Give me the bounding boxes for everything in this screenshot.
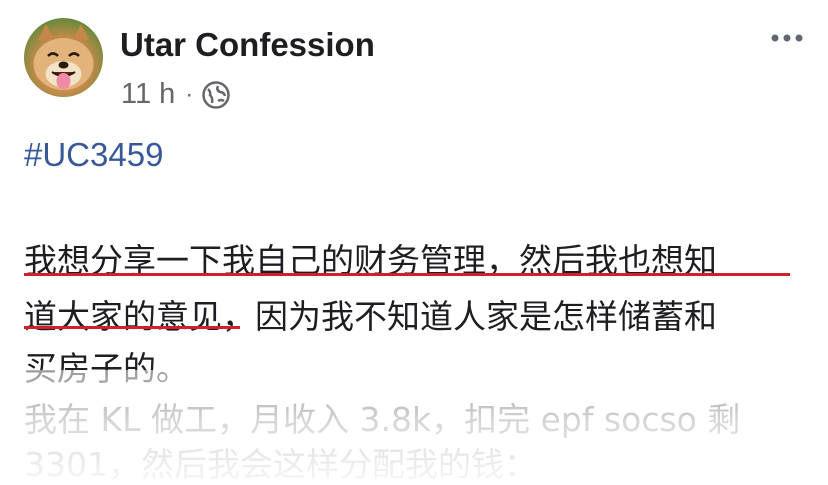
page-avatar[interactable] [24,18,103,97]
post-meta: 11 h · [121,78,231,111]
dog-face-icon [33,24,94,90]
post-time[interactable]: 11 h [121,78,175,111]
post-text-line: 道大家的意见，因为我不知道人家是怎样储蓄和 [24,297,717,336]
red-underline [24,326,240,329]
post-text-line: 我在 KL 做工，月收入 3.8k，扣完 epf socso 剩 [24,400,741,439]
red-underline [24,273,790,276]
meta-separator: · [185,80,194,108]
page-name[interactable]: Utar Confession [120,26,375,64]
globe-icon [202,80,231,109]
post-text-line: 买房子的。 [24,349,189,388]
more-options-button[interactable] [770,26,804,50]
post-text-line: 3301，然后我会这样分配我的钱： [24,445,537,484]
post-hashtag[interactable]: #UC3459 [24,136,163,174]
more-dots-icon [771,34,803,42]
facebook-post: Utar Confession 11 h · #UC3459 我想分享一下我自己… [0,0,828,485]
